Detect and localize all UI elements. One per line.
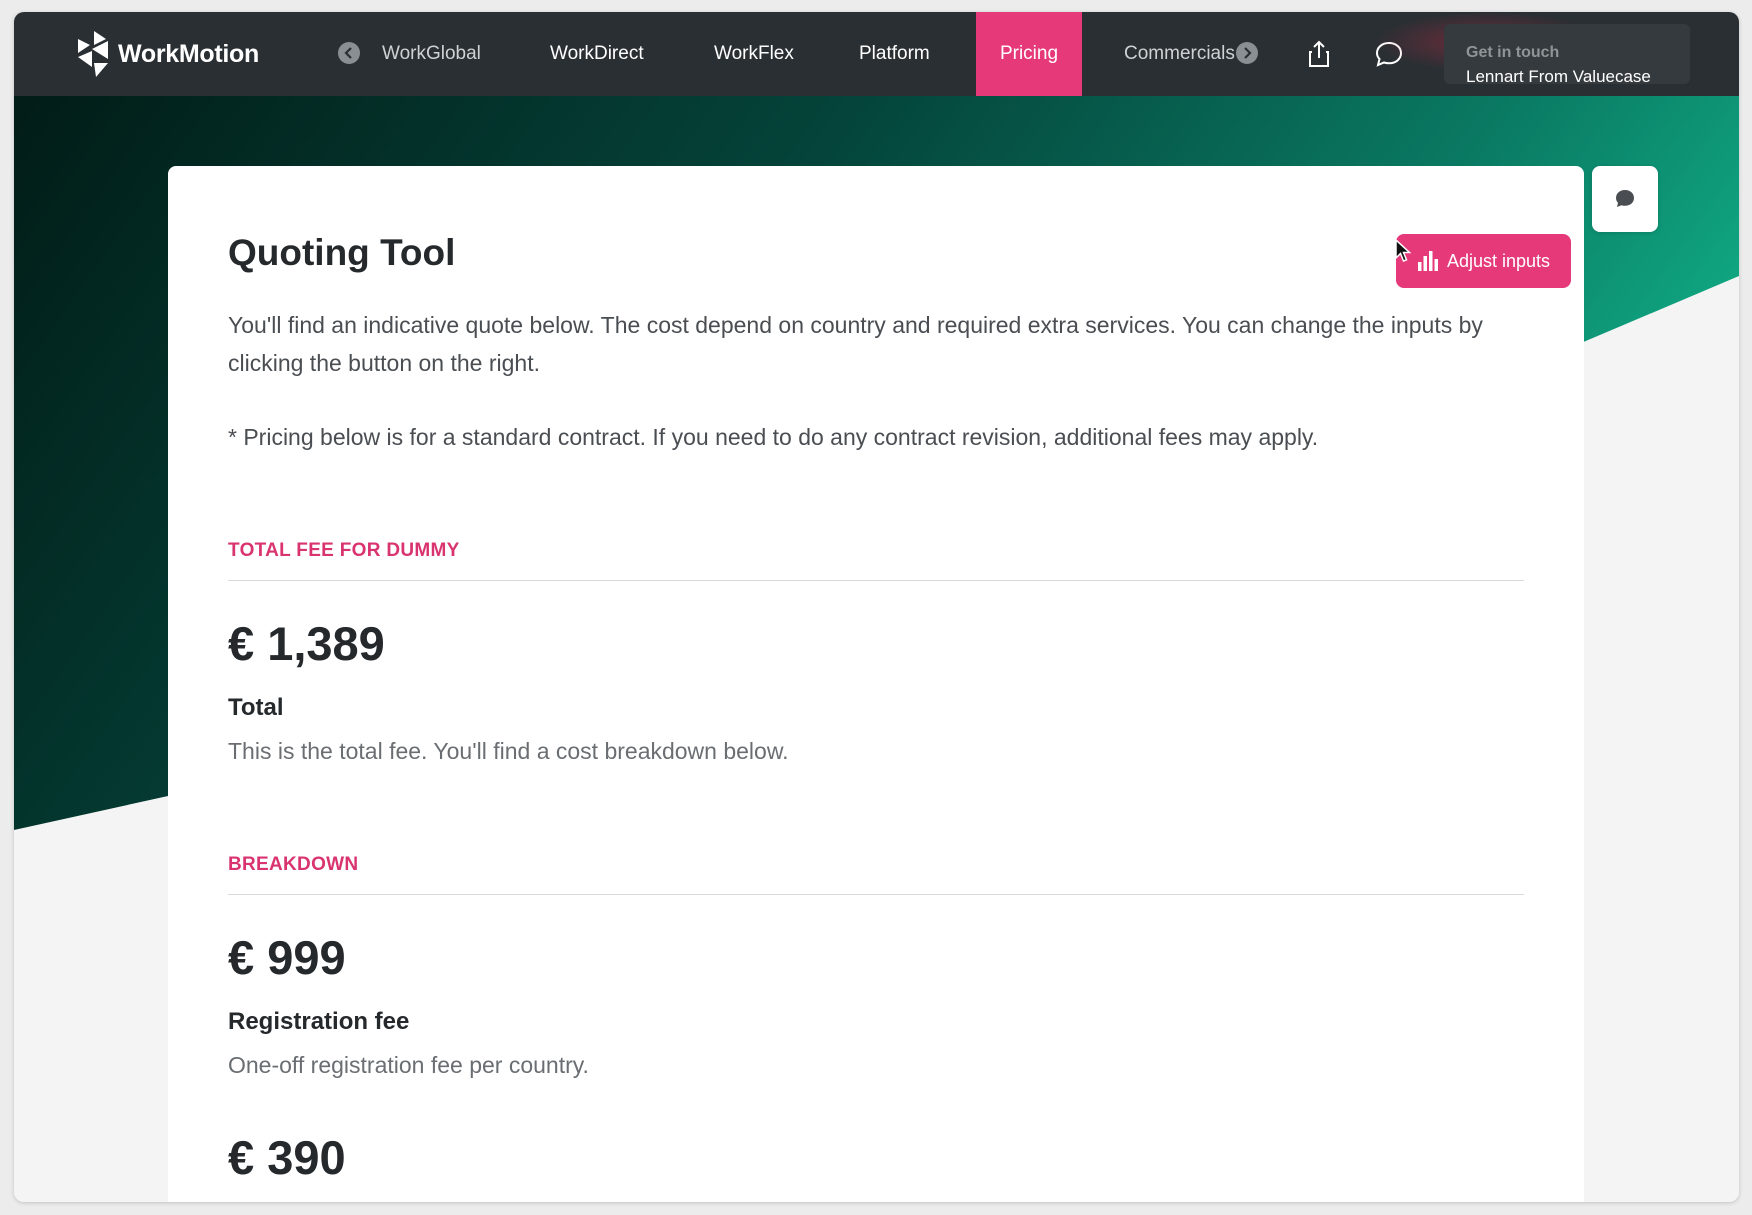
mouse-cursor-icon <box>1395 238 1412 262</box>
registration-fee-label: Registration fee <box>228 1008 410 1035</box>
contact-heading: Get in touch <box>1466 44 1560 61</box>
comment-button[interactable] <box>1592 166 1658 232</box>
breakdown-item-amount: € 390 <box>228 1131 346 1184</box>
get-in-touch-button[interactable]: Get in touch Lennart From Valuecase <box>1444 24 1690 86</box>
contact-name: Lennart From Valuecase <box>1466 67 1651 86</box>
share-button[interactable] <box>1304 39 1334 69</box>
registration-fee-description: One-off registration fee per country. <box>228 1052 589 1078</box>
browser-window: WorkMotion WorkGlobal WorkDirect WorkFle… <box>14 12 1739 1202</box>
nav-item-workflex[interactable]: WorkFlex <box>714 12 794 96</box>
nav-item-pricing[interactable]: Pricing <box>976 12 1082 96</box>
bar-chart-icon <box>1417 251 1438 271</box>
logo[interactable]: WorkMotion <box>72 29 259 79</box>
breakdown-section-heading: BREAKDOWN <box>228 854 359 875</box>
comment-icon <box>1616 190 1634 207</box>
chevron-right-icon <box>1244 47 1252 59</box>
nav-item-workdirect[interactable]: WorkDirect <box>550 12 644 96</box>
total-amount: € 1,389 <box>228 617 385 670</box>
divider <box>228 894 1524 895</box>
chevron-left-icon <box>344 47 352 59</box>
top-navbar: WorkMotion WorkGlobal WorkDirect WorkFle… <box>14 12 1739 96</box>
pricing-note: * Pricing below is for a standard contra… <box>228 424 1319 450</box>
share-icon <box>1309 40 1329 67</box>
nav-scroll-right-button[interactable] <box>1236 42 1258 64</box>
workmotion-logo-icon <box>78 31 108 77</box>
nav-scroll-left-button[interactable] <box>338 42 360 64</box>
total-label: Total <box>228 694 284 721</box>
quote-card: Quoting Tool Adjust inputs You'll find a… <box>168 166 1584 1202</box>
total-description: This is the total fee. You'll find a cos… <box>228 738 789 764</box>
page-title: Quoting Tool <box>228 232 456 273</box>
divider <box>228 580 1524 581</box>
registration-fee-amount: € 999 <box>228 931 346 984</box>
intro-text: You'll find an indicative quote below. T… <box>228 312 1483 376</box>
nav-item-workglobal[interactable]: WorkGlobal <box>382 12 481 96</box>
nav-item-platform[interactable]: Platform <box>859 12 930 96</box>
total-section-heading: TOTAL FEE FOR DUMMY <box>228 540 460 561</box>
nav-item-commercials[interactable]: Commercials <box>1124 12 1235 96</box>
adjust-inputs-button[interactable]: Adjust inputs <box>1396 234 1571 288</box>
adjust-inputs-label: Adjust inputs <box>1446 250 1551 271</box>
logo-text: WorkMotion <box>118 39 259 68</box>
